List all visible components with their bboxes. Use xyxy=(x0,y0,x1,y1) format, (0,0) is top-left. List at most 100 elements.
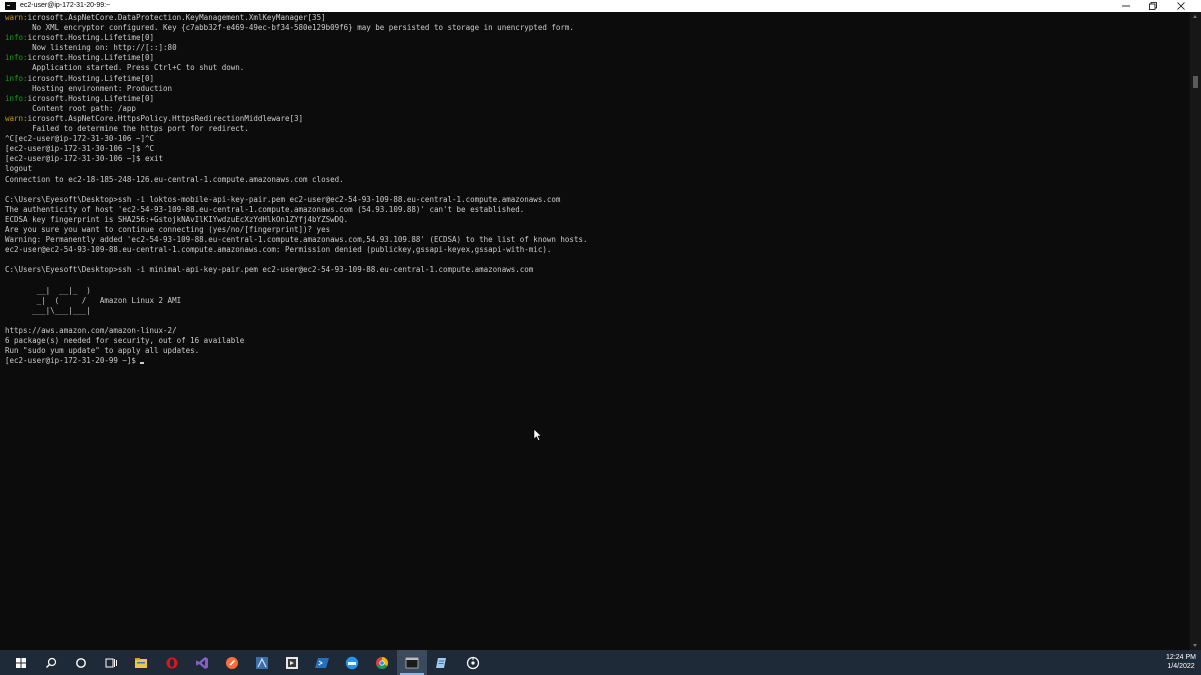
log-level-label: info: xyxy=(5,33,28,43)
log-level-label: warn: xyxy=(5,113,28,123)
taskbar-item-windows[interactable] xyxy=(6,650,36,675)
log-source: icrosoft.Hosting.Lifetime[0] xyxy=(27,73,155,83)
console-icon xyxy=(5,2,16,10)
start-button-windows-icon xyxy=(16,657,26,668)
terminal-line: 6 package(s) needed for security, out of… xyxy=(5,336,587,346)
terminal-line: Are you sure you want to continue connec… xyxy=(5,225,587,235)
scroll-up-arrow-icon[interactable] xyxy=(1193,15,1197,18)
terminal-line-text: Hosting environment: Production xyxy=(5,83,173,93)
terminal-line: Failed to determine the https port for r… xyxy=(5,124,587,134)
terminal-line-text: Are you sure you want to continue connec… xyxy=(5,224,331,234)
cortana-icon xyxy=(76,657,87,668)
taskbar-item-taskview[interactable] xyxy=(96,650,126,675)
log-source: icrosoft.Hosting.Lifetime[0] xyxy=(27,33,155,43)
taskbar-item-explorer[interactable] xyxy=(126,650,156,675)
terminal-line: [ec2-user@ip-172-31-30-106 ~]$ ^C xyxy=(5,144,587,154)
clock-time: 12:24 PM xyxy=(1166,654,1196,661)
terminal-line: ___|\___|___| xyxy=(5,306,587,316)
powershell-icon xyxy=(315,657,329,668)
window-title-bar[interactable]: ec2-user@ip-172-31-20-99:~ xyxy=(0,0,1201,12)
terminal-line-text: 6 package(s) needed for security, out of… xyxy=(5,336,245,345)
docker-icon xyxy=(345,656,359,669)
terminal-line-text: https://aws.amazon.com/amazon-linux-2/ xyxy=(5,325,177,335)
log-source: icrosoft.AspNetCore.HttpsPolicy.HttpsRed… xyxy=(27,113,304,123)
terminal-line: C:\Users\Eyesoft\Desktop>ssh -i loktos-m… xyxy=(5,195,587,205)
log-source: icrosoft.Hosting.Lifetime[0] xyxy=(27,53,155,63)
postman-icon xyxy=(225,656,238,669)
taskbar-item-vs[interactable] xyxy=(187,650,217,675)
taskbar-item-circle[interactable] xyxy=(458,650,488,675)
terminal-line: Warning: Permanently added 'ec2-54-93-10… xyxy=(5,235,587,245)
log-level-label: info: xyxy=(5,73,28,83)
terminal-line: Run "sudo yum update" to apply all updat… xyxy=(5,346,587,356)
maximize-button[interactable] xyxy=(1140,0,1166,12)
terminal-line-text: Warning: Permanently added 'ec2-54-93-10… xyxy=(5,235,588,245)
terminal-line-text: ^C[ec2-user@ip-172-31-30-106 ~]^C xyxy=(5,134,155,144)
terminal-line-text: [ec2-user@ip-172-31-30-106 ~]$ exit xyxy=(5,154,164,164)
terminal-line: No XML encryptor configured. Key {c7abb3… xyxy=(5,23,587,33)
close-button[interactable] xyxy=(1168,0,1194,12)
taskbar-item-opera[interactable] xyxy=(157,650,187,675)
terminal-line: The authenticity of host 'ec2-54-93-109-… xyxy=(5,205,587,215)
terminal-line-text: ec2-user@ec2-54-93-109-88.eu-central-1.c… xyxy=(5,245,552,255)
settings-app-icon xyxy=(466,656,479,669)
terminal-line-text: ECDSA key fingerprint is SHA256:+GstojkN… xyxy=(5,214,349,224)
terminal-line-text: logout xyxy=(5,164,33,174)
terminal-output-area[interactable]: warn: icrosoft.AspNetCore.DataProtection.… xyxy=(0,12,1190,650)
taskbar-item-search[interactable] xyxy=(36,650,66,675)
log-level-label: info: xyxy=(5,93,28,103)
terminal-line-text: Failed to determine the https port for r… xyxy=(5,124,249,134)
system-clock[interactable]: 12:24 PM 1/4/2022 xyxy=(1166,653,1196,671)
terminal-line: Application started. Press Ctrl+C to shu… xyxy=(5,63,587,73)
vertical-scrollbar[interactable] xyxy=(1190,12,1201,650)
terminal-line: Connection to ec2-18-185-248-126.eu-cent… xyxy=(5,175,587,185)
taskbar-item-cmd[interactable] xyxy=(397,650,428,675)
terminal-line: _| ( / Amazon Linux 2 AMI xyxy=(5,296,587,306)
terminal-line-text: __| __|_ ) xyxy=(5,285,91,295)
terminal-lines: warn: icrosoft.AspNetCore.DataProtection.… xyxy=(5,13,587,366)
taskbar-item-chrome[interactable] xyxy=(367,650,397,675)
taskbar-item-docker[interactable] xyxy=(337,650,367,675)
terminal-line-text: [ec2-user@ip-172-31-20-99 ~]$ xyxy=(5,356,141,366)
terminal-line: https://aws.amazon.com/amazon-linux-2/ xyxy=(5,326,587,336)
clock-date: 1/4/2022 xyxy=(1167,663,1195,670)
search-icon xyxy=(46,657,57,668)
terminal-line: ec2-user@ec2-54-93-109-88.eu-central-1.c… xyxy=(5,245,587,255)
opera-browser-icon xyxy=(166,657,177,668)
log-level-label: info: xyxy=(5,53,28,63)
taskbar-item-darkapp[interactable] xyxy=(277,650,307,675)
taskbar-item-notepad[interactable] xyxy=(427,650,457,675)
minimize-icon xyxy=(1122,5,1130,7)
terminal-line: Hosting environment: Production xyxy=(5,84,587,94)
notepad-icon xyxy=(436,657,447,668)
terminal-line-text: Run "sudo yum update" to apply all updat… xyxy=(5,346,200,356)
terminal-line-text: No XML encryptor configured. Key {c7abb3… xyxy=(5,23,574,33)
terminal-line: ECDSA key fingerprint is SHA256:+GstojkN… xyxy=(5,215,587,225)
taskbar-item-blueapp[interactable] xyxy=(247,650,277,675)
scroll-down-arrow-icon[interactable] xyxy=(1193,644,1197,647)
log-source: icrosoft.AspNetCore.DataProtection.KeyMa… xyxy=(27,13,326,22)
taskbar-item-cortana[interactable] xyxy=(66,650,96,675)
task-view-icon xyxy=(105,658,118,667)
taskbar-item-powershell[interactable] xyxy=(307,650,337,675)
chrome-icon xyxy=(376,656,389,669)
terminal-line: info:icrosoft.Hosting.Lifetime[0] xyxy=(5,74,587,84)
taskbar-item-postman[interactable] xyxy=(217,650,247,675)
terminal-line: [ec2-user@ip-172-31-20-99 ~]$ xyxy=(5,356,587,366)
windows-taskbar: 12:24 PM 1/4/2022 xyxy=(0,650,1201,675)
window-title: ec2-user@ip-172-31-20-99:~ xyxy=(20,2,111,9)
terminal-line: warn:icrosoft.AspNetCore.HttpsPolicy.Htt… xyxy=(5,114,587,124)
terminal-line: warn:icrosoft.AspNetCore.DataProtection.… xyxy=(5,13,587,23)
terminal-line-text: ___|\___|___| xyxy=(5,305,91,315)
log-source: icrosoft.Hosting.Lifetime[0] xyxy=(27,93,155,103)
scrollbar-thumb[interactable] xyxy=(1193,76,1198,88)
maximize-icon xyxy=(1149,2,1157,10)
minimize-button[interactable] xyxy=(1113,0,1139,12)
terminal-line-text: Now listening on: http://[::]:80 xyxy=(5,43,177,53)
close-icon xyxy=(1177,2,1185,10)
app-dark-icon xyxy=(285,656,298,669)
terminal-line: Now listening on: http://[::]:80 xyxy=(5,43,587,53)
